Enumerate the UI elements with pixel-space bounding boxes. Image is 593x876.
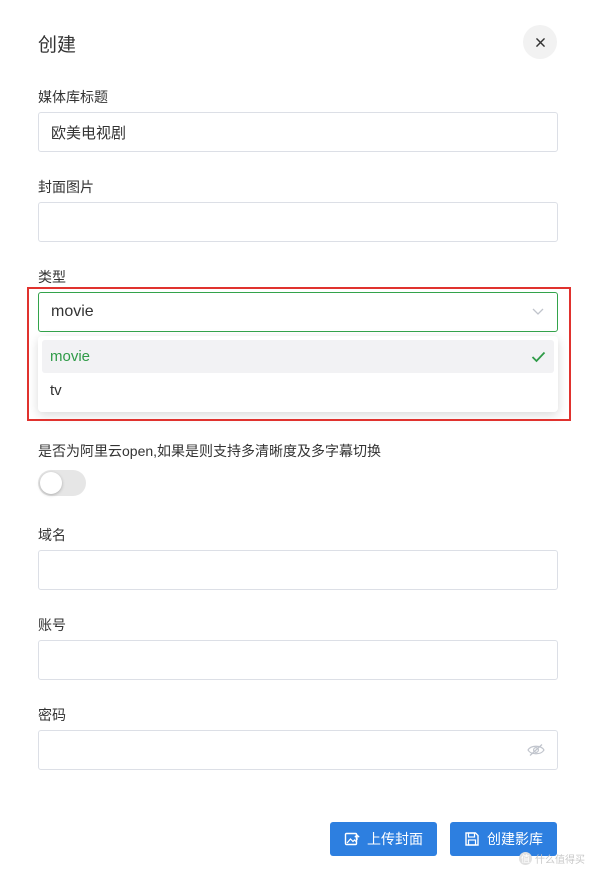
- password-input[interactable]: [38, 730, 558, 770]
- type-select-value: movie: [51, 303, 94, 320]
- password-label: 密码: [38, 707, 66, 723]
- aliyun-open-label: 是否为阿里云open,如果是则支持多清晰度及多字幕切换: [38, 443, 382, 459]
- create-library-label: 创建影库: [487, 831, 543, 847]
- chevron-down-icon: [531, 305, 545, 319]
- library-title-input[interactable]: 欧美电视剧: [38, 112, 558, 152]
- watermark-logo-icon: 值: [519, 852, 532, 865]
- type-option-movie-label: movie: [50, 348, 91, 365]
- close-icon: [535, 37, 545, 47]
- dialog-title: 创建: [38, 35, 77, 56]
- type-option-tv-label: tv: [50, 382, 62, 399]
- account-label: 账号: [38, 617, 66, 633]
- upload-cover-button[interactable]: 上传封面: [330, 822, 437, 856]
- library-title-value: 欧美电视剧: [51, 124, 127, 142]
- image-upload-icon: [344, 832, 360, 846]
- cover-image-input[interactable]: [38, 202, 558, 242]
- type-label: 类型: [38, 269, 66, 285]
- aliyun-open-toggle[interactable]: [38, 470, 86, 496]
- type-option-movie[interactable]: movie: [42, 340, 554, 373]
- domain-label: 域名: [38, 527, 66, 543]
- library-title-label: 媒体库标题: [38, 89, 108, 105]
- upload-cover-label: 上传封面: [367, 831, 423, 847]
- watermark-text: 什么值得买: [535, 855, 585, 866]
- toggle-knob: [40, 472, 62, 494]
- domain-input[interactable]: [38, 550, 558, 590]
- type-option-tv[interactable]: tv: [42, 374, 554, 407]
- account-input[interactable]: [38, 640, 558, 680]
- check-icon: [531, 351, 546, 362]
- type-select[interactable]: movie: [38, 292, 558, 332]
- close-button[interactable]: [523, 25, 557, 59]
- eye-hidden-icon[interactable]: [527, 743, 545, 757]
- save-icon: [465, 832, 479, 846]
- watermark: 值 什么值得买: [519, 851, 585, 866]
- type-dropdown-menu: movie tv: [38, 336, 558, 412]
- cover-image-label: 封面图片: [38, 179, 94, 195]
